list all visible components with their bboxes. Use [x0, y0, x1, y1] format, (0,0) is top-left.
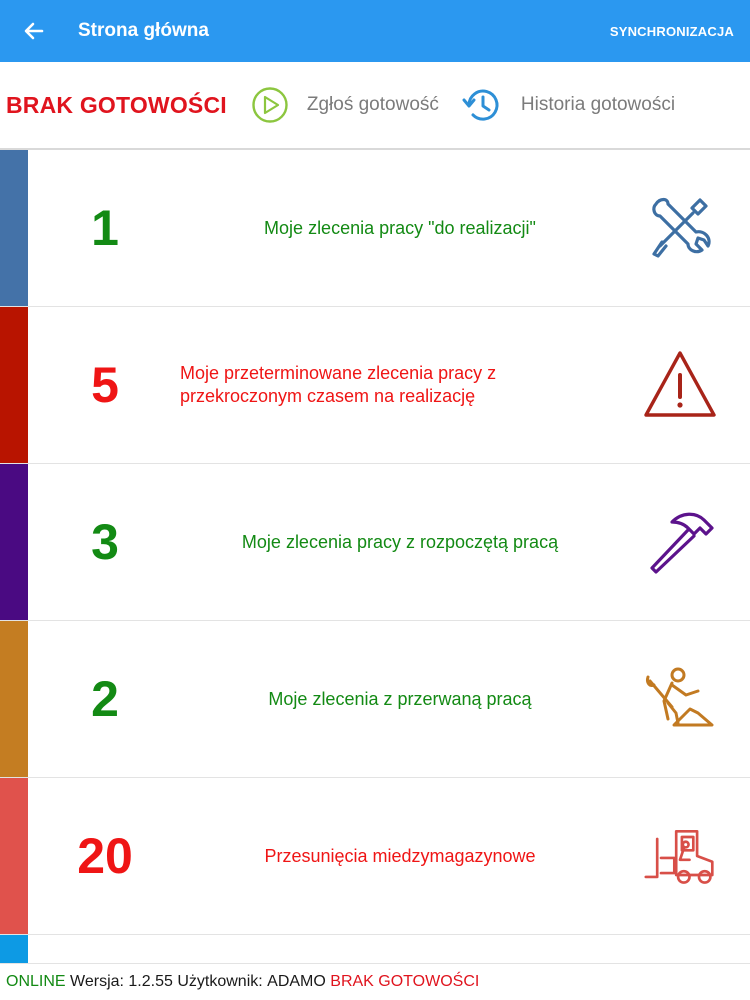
readiness-history-button[interactable]: Historia gotowości	[461, 85, 675, 125]
tile-stripe	[0, 621, 28, 777]
tile-count: 3	[91, 514, 119, 570]
forklift-icon	[642, 818, 718, 894]
tile-label: Moje zlecenia z przerwaną pracą	[268, 688, 532, 709]
tile-label: Moje przeterminowane zlecenia pracy z pr…	[180, 363, 497, 406]
next-tile-stripe	[0, 935, 28, 963]
readiness-history-label: Historia gotowości	[520, 94, 676, 115]
tile-stripe	[0, 307, 28, 463]
tile-count: 5	[91, 357, 119, 413]
tile-label: Moje zlecenia pracy "do realizacji"	[264, 217, 536, 238]
page-title: Strona główna	[78, 20, 209, 41]
status-bar: ONLINE Wersja: 1.2.55 Użytkownik: ADAMO …	[0, 963, 750, 1000]
hammer-icon	[642, 504, 718, 580]
warning-triangle-icon	[642, 347, 718, 423]
back-button[interactable]	[0, 0, 70, 62]
worker-digging-icon	[642, 661, 718, 737]
tile-stripe	[0, 778, 28, 934]
app-bar: Strona główna SYNCHRONIZACJA	[0, 0, 750, 62]
tile-count: 2	[91, 671, 119, 727]
tile-started-work-orders[interactable]: 3 Moje zlecenia pracy z rozpoczętą pracą	[0, 464, 750, 621]
tile-stripe	[0, 150, 28, 306]
user-value: ADAMO	[267, 973, 326, 990]
footer-readiness-status: BRAK GOTOWOŚCI	[330, 973, 480, 990]
version-label: Wersja:	[65, 973, 129, 990]
tile-stripe	[0, 464, 28, 620]
dashboard-tiles: 1 Moje zlecenia pracy "do realizacji" 5 …	[0, 150, 750, 935]
tile-count: 20	[77, 828, 133, 884]
history-clock-icon	[462, 89, 499, 121]
user-label: Użytkownik:	[172, 973, 268, 990]
readiness-status: BRAK GOTOWOŚCI	[6, 91, 227, 118]
report-readiness-label: Zgłoś gotowość	[306, 94, 439, 115]
tile-work-orders-to-do[interactable]: 1 Moje zlecenia pracy "do realizacji"	[0, 150, 750, 307]
version-value: 1.2.55	[128, 973, 173, 990]
play-circle-icon	[252, 87, 288, 123]
wrench-screwdriver-icon	[642, 190, 718, 266]
arrow-left-icon	[24, 22, 44, 40]
connection-status: ONLINE	[6, 973, 66, 990]
tile-interrupted-work-orders[interactable]: 2 Moje zlecenia z przerwaną pracą	[0, 621, 750, 778]
tile-interwarehouse-transfers[interactable]: 20 Przesunięcia miedzymagazynowe	[0, 778, 750, 935]
readiness-bar: BRAK GOTOWOŚCI Zgłoś gotowość Historia g…	[0, 62, 750, 150]
report-readiness-button[interactable]: Zgłoś gotowość	[251, 86, 439, 124]
tile-count: 1	[91, 200, 119, 256]
tile-label: Przesunięcia miedzymagazynowe	[264, 845, 536, 866]
sync-button[interactable]: SYNCHRONIZACJA	[610, 24, 734, 39]
tile-label: Moje zlecenia pracy z rozpoczętą pracą	[241, 531, 559, 552]
tile-overdue-work-orders[interactable]: 5 Moje przeterminowane zlecenia pracy z …	[0, 307, 750, 464]
